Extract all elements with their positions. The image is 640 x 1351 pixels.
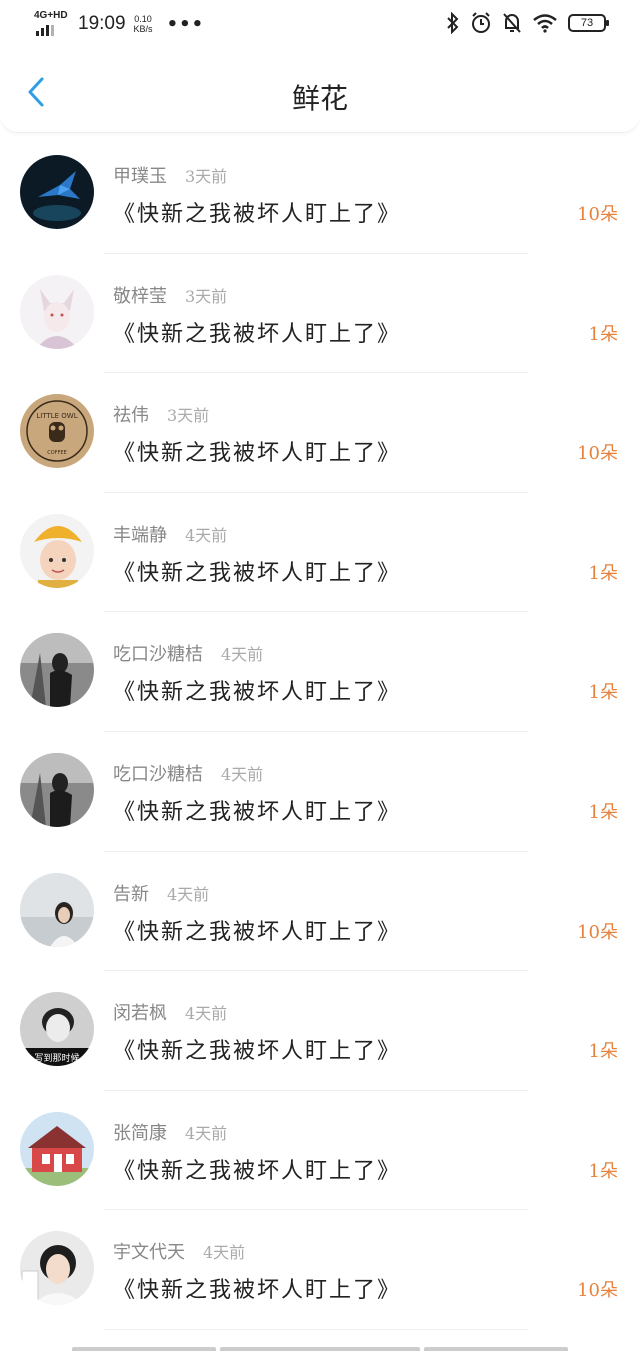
divider: [104, 1328, 528, 1330]
status-right: 73: [446, 12, 609, 34]
time-ago: 4天前: [185, 525, 228, 545]
flower-count: 1朵: [588, 801, 618, 823]
flower-count: 1朵: [588, 1160, 618, 1182]
flower-count: 10朵: [577, 443, 618, 465]
user-name-line: 敬梓莹 3天前: [113, 282, 227, 308]
list-item[interactable]: 丰端静 4天前 《快新之我被坏人盯上了》 1朵: [0, 493, 640, 613]
book-title: 《快新之我被坏人盯上了》: [113, 680, 402, 706]
speed-unit: KB/s: [133, 24, 153, 34]
list-item[interactable]: 告新 4天前 《快新之我被坏人盯上了》 10朵: [0, 852, 640, 972]
wifi-icon: [533, 14, 557, 33]
list-item[interactable]: 宇文代天 4天前 《快新之我被坏人盯上了》 10朵: [0, 1210, 640, 1330]
list-item[interactable]: 甲璞玉 3天前 《快新之我被坏人盯上了》 10朵: [0, 134, 640, 254]
list-item[interactable]: 敬梓莹 3天前 《快新之我被坏人盯上了》 1朵: [0, 254, 640, 374]
user-name-line: 张简康 4天前: [113, 1119, 227, 1145]
user-name: 祛伟: [113, 405, 149, 427]
time-ago: 4天前: [185, 1004, 228, 1024]
avatar: LITTLE OWL COFFEE: [20, 394, 94, 469]
book-title: 《快新之我被坏人盯上了》: [113, 321, 402, 347]
time-ago: 4天前: [221, 645, 264, 665]
battery-icon: 73: [568, 14, 609, 32]
time-ago: 4天前: [167, 884, 210, 904]
flower-count: 1朵: [588, 562, 618, 584]
flower-count: 10朵: [577, 921, 618, 943]
flower-list: 甲璞玉 3天前 《快新之我被坏人盯上了》 10朵 敬梓莹 3天前 《快新之我被坏人盯…: [0, 134, 640, 1330]
avatar: [20, 872, 94, 947]
user-name: 吃口沙糖桔: [113, 644, 203, 666]
speed-value: 0.10: [134, 14, 152, 24]
book-title: 《快新之我被坏人盯上了》: [113, 1278, 402, 1304]
flower-count: 1朵: [588, 682, 618, 704]
time-ago: 4天前: [203, 1243, 246, 1263]
user-name-line: 闵若枫 4天前: [113, 999, 227, 1025]
user-name-line: 宇文代天 4天前: [113, 1238, 245, 1264]
time-ago: 3天前: [185, 286, 228, 306]
book-title: 《快新之我被坏人盯上了》: [113, 441, 402, 467]
status-time: 19:09: [78, 13, 126, 34]
book-title: 《快新之我被坏人盯上了》: [113, 202, 402, 227]
flower-count: 10朵: [577, 1280, 618, 1302]
avatar: [20, 1231, 94, 1306]
user-name: 告新: [113, 883, 149, 905]
battery-level: 73: [580, 17, 594, 29]
user-name: 宇文代天: [113, 1242, 185, 1264]
avatar: [20, 274, 94, 349]
flower-count: 10朵: [577, 204, 618, 225]
owl-logo-bottom: COFFEE: [47, 450, 67, 456]
book-title: 《快新之我被坏人盯上了》: [113, 560, 402, 586]
list-item[interactable]: 吃口沙糖桔 4天前 《快新之我被坏人盯上了》 1朵: [0, 732, 640, 852]
avatar-caption: 写到那时候: [34, 1052, 79, 1064]
list-item[interactable]: LITTLE OWL COFFEE 祛伟 3天前 《快新之我被坏人盯上了》 10朵: [0, 373, 640, 493]
avatar: 写到那时候: [20, 992, 94, 1067]
chevron-left-icon: [28, 77, 44, 107]
user-name-line: 吃口沙糖桔 4天前: [113, 640, 263, 666]
user-name: 吃口沙糖桔: [113, 763, 203, 785]
list-item[interactable]: 张简康 4天前 《快新之我被坏人盯上了》 1朵: [0, 1091, 640, 1211]
page-title: 鲜花: [291, 82, 348, 115]
bluetooth-icon: [447, 12, 459, 34]
owl-logo-top: LITTLE OWL: [36, 412, 77, 420]
signal-bars-icon: [36, 25, 54, 36]
mute-bell-icon: [503, 13, 521, 33]
book-title: 《快新之我被坏人盯上了》: [113, 919, 402, 945]
app-header: 鲜花: [0, 50, 640, 133]
more-notifications-icon: •••: [166, 13, 205, 35]
flower-count: 1朵: [588, 1041, 618, 1063]
user-name-line: 吃口沙糖桔 4天前: [113, 760, 263, 786]
status-bar: 4G+HD 19:09 0.10 KB/s ••• 73: [0, 0, 640, 50]
status-left: 4G+HD 19:09 0.10 KB/s •••: [34, 10, 205, 36]
user-name: 丰端静: [113, 524, 167, 546]
flower-count: 1朵: [588, 323, 618, 345]
avatar: [20, 1111, 94, 1186]
user-name: 甲璞玉: [113, 166, 167, 187]
time-ago: 4天前: [221, 764, 264, 784]
book-title: 《快新之我被坏人盯上了》: [113, 1158, 402, 1184]
user-name-line: 丰端静 4天前: [113, 521, 227, 547]
list-item[interactable]: 吃口沙糖桔 4天前 《快新之我被坏人盯上了》 1朵: [0, 612, 640, 732]
avatar: [20, 752, 94, 827]
user-name-line: 祛伟 3天前: [113, 401, 209, 427]
time-ago: 3天前: [185, 167, 228, 186]
network-speed: 0.10 KB/s: [134, 14, 153, 34]
time-ago: 4天前: [185, 1123, 228, 1143]
avatar: [20, 633, 94, 708]
avatar: [20, 513, 94, 588]
user-name: 闵若枫: [113, 1003, 167, 1025]
avatar: [20, 155, 94, 229]
back-button[interactable]: [18, 74, 54, 110]
signal-indicator: 4G+HD: [34, 10, 70, 36]
time-ago: 3天前: [167, 406, 210, 426]
alarm-icon: [472, 12, 490, 33]
list-item[interactable]: 写到那时候 闵若枫 4天前 《快新之我被坏人盯上了》 1朵: [0, 971, 640, 1091]
user-name-line: 甲璞玉 3天前: [113, 162, 227, 188]
user-name: 张简康: [113, 1122, 167, 1144]
user-name-line: 告新 4天前: [113, 880, 209, 906]
network-type: 4G+HD: [34, 10, 68, 21]
user-name: 敬梓莹: [113, 285, 167, 307]
bottom-edge: [72, 1347, 568, 1351]
book-title: 《快新之我被坏人盯上了》: [113, 799, 402, 825]
book-title: 《快新之我被坏人盯上了》: [113, 1039, 402, 1065]
